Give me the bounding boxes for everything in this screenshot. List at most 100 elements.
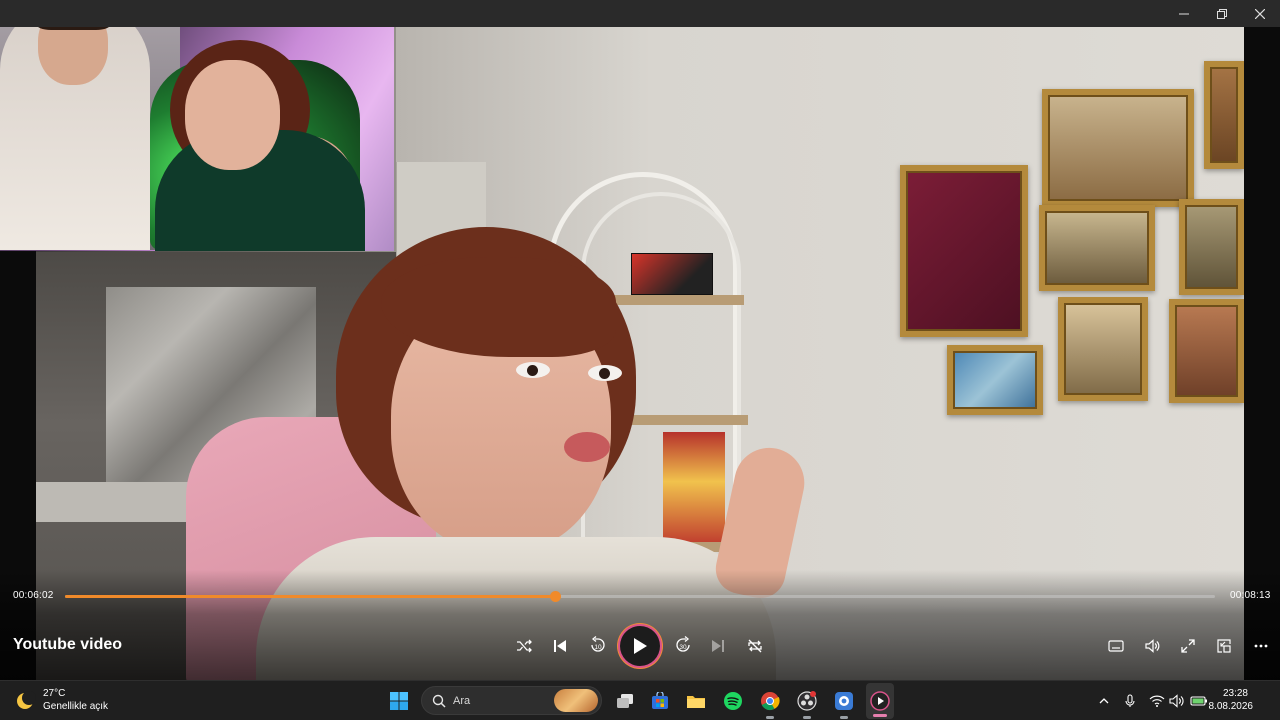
close-button[interactable] [1241, 0, 1279, 27]
pip-person-right-face [185, 60, 280, 170]
active-indicator [873, 714, 887, 717]
weather-description: Genellikle açık [43, 701, 109, 712]
chrome-button[interactable] [757, 681, 783, 720]
painting-harbor [1039, 205, 1155, 291]
file-explorer-button[interactable] [683, 681, 709, 720]
network-button[interactable] [1147, 681, 1167, 720]
search-placeholder: Ara [453, 695, 471, 707]
total-duration: 00:08:13 [1230, 590, 1271, 601]
play-icon [634, 638, 647, 654]
media-player-button[interactable] [866, 683, 894, 719]
painting-street [1058, 297, 1148, 401]
shuffle-icon [517, 639, 532, 653]
task-view-button[interactable] [612, 681, 638, 720]
minimize-icon [1179, 13, 1189, 14]
play-button[interactable] [620, 626, 660, 666]
rewind-seconds: 10 [594, 644, 602, 651]
shuffle-button[interactable] [512, 634, 536, 658]
media-player-icon [870, 691, 890, 711]
rewind-button[interactable]: 10 [585, 632, 611, 658]
running-indicator [766, 716, 774, 719]
subtitles-icon [1108, 640, 1124, 652]
painting [1179, 199, 1244, 295]
running-indicator [803, 716, 811, 719]
seek-bar-thumb[interactable] [549, 591, 561, 602]
wifi-icon [1149, 695, 1165, 707]
seek-bar[interactable] [65, 591, 1215, 602]
microphone-button[interactable] [1120, 681, 1140, 720]
minimize-button[interactable] [1165, 0, 1203, 27]
forward-seconds: 30 [679, 644, 687, 651]
microsoft-store-icon [652, 692, 668, 709]
mini-player-icon [1217, 639, 1231, 653]
repeat-off-icon [748, 639, 762, 653]
next-button[interactable] [706, 634, 730, 658]
subtitles-button[interactable] [1104, 634, 1128, 658]
clock-time[interactable]: 23:28 [1223, 688, 1248, 699]
battery-button[interactable] [1188, 681, 1210, 720]
lego-box [631, 253, 713, 295]
microsoft-store-button[interactable] [647, 681, 673, 720]
battery-icon [1190, 696, 1207, 706]
horse-painting [900, 165, 1028, 337]
more-options-button[interactable] [1249, 634, 1273, 658]
weather-moon-icon [17, 691, 36, 709]
microphone-icon [1125, 694, 1135, 707]
show-hidden-icons-button[interactable] [1094, 681, 1114, 720]
clock-date[interactable]: 8.08.2026 [1209, 701, 1254, 712]
restore-icon [1217, 8, 1227, 19]
volume-tray-button[interactable] [1167, 681, 1187, 720]
close-icon [1255, 8, 1265, 19]
weather-widget[interactable] [10, 681, 40, 720]
app-icon [835, 692, 853, 710]
taskbar-search[interactable]: Ara [421, 686, 602, 715]
forward-30-icon: 30 [676, 636, 690, 652]
windows-start-icon [390, 692, 408, 710]
seek-bar-progress [65, 595, 555, 598]
painting-school-of-athens [1042, 89, 1194, 207]
media-player-window: 00:06:02 00:08:13 Youtube video 10 30 [0, 0, 1280, 680]
search-highlight-image [554, 689, 598, 712]
more-icon [1254, 644, 1268, 648]
previous-icon [554, 640, 566, 652]
painting [1169, 299, 1244, 403]
painting-almond-blossoms [947, 345, 1043, 415]
rewind-10-icon: 10 [591, 636, 605, 652]
volume-icon [1145, 639, 1160, 653]
title-bar[interactable] [0, 0, 1280, 27]
fullscreen-icon [1181, 639, 1195, 653]
eye [516, 362, 550, 378]
spotify-button[interactable] [720, 681, 746, 720]
chevron-up-icon [1099, 698, 1109, 704]
task-view-icon [617, 694, 633, 708]
seek-bar-row: 00:06:02 00:08:13 [0, 586, 1280, 608]
weather-temperature: 27°C [43, 688, 66, 699]
running-indicator [840, 716, 848, 719]
picture-in-picture-overlay [0, 0, 394, 251]
mouth [564, 432, 610, 462]
previous-button[interactable] [548, 634, 572, 658]
chrome-icon [761, 692, 780, 711]
elapsed-time: 00:06:02 [13, 590, 54, 601]
fullscreen-button[interactable] [1176, 634, 1200, 658]
speaker-icon [1169, 694, 1184, 708]
volume-button[interactable] [1140, 634, 1164, 658]
next-icon [712, 640, 724, 652]
obs-button[interactable] [794, 681, 820, 720]
eye [588, 365, 622, 381]
mini-player-button[interactable] [1212, 634, 1236, 658]
start-button[interactable] [385, 681, 413, 720]
taskbar [0, 680, 1280, 720]
forward-button[interactable]: 30 [670, 632, 696, 658]
file-explorer-icon [687, 696, 705, 708]
book [663, 432, 725, 542]
search-icon [432, 694, 446, 708]
video-title: Youtube video [13, 636, 123, 653]
repeat-button[interactable] [743, 634, 767, 658]
shelf-board [596, 295, 744, 305]
spotify-icon [724, 692, 742, 710]
app-button[interactable] [831, 681, 857, 720]
restore-button[interactable] [1203, 0, 1241, 27]
painting [1204, 61, 1244, 169]
obs-icon [797, 691, 817, 711]
